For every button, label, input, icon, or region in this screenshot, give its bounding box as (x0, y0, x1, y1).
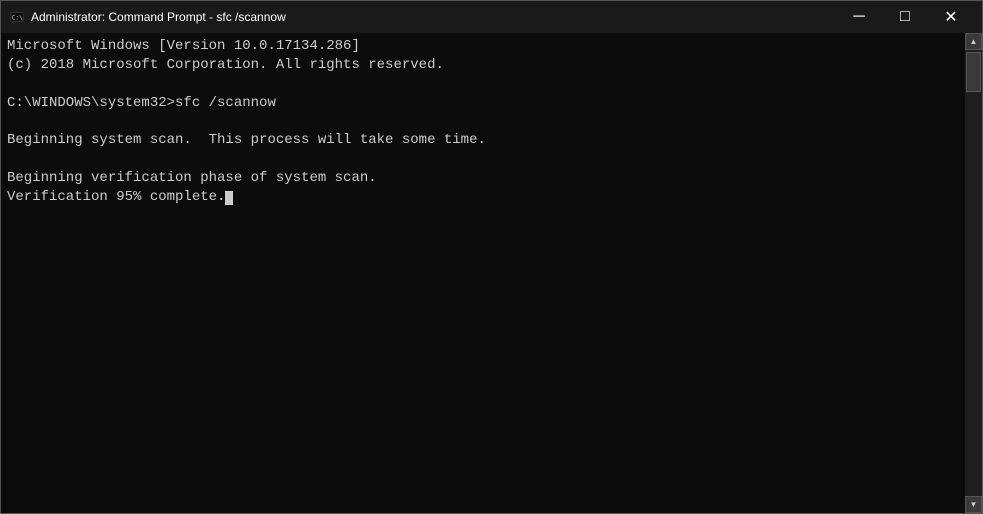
window-controls: ─ □ ✕ (836, 1, 974, 33)
close-button[interactable]: ✕ (928, 1, 974, 33)
window-title: Administrator: Command Prompt - sfc /sca… (31, 10, 836, 24)
cmd-icon: C:\ (9, 9, 25, 25)
scrollbar-track[interactable] (965, 50, 982, 496)
scrollbar[interactable]: ▲ ▼ (965, 33, 982, 513)
maximize-button[interactable]: □ (882, 1, 928, 33)
title-bar: C:\ Administrator: Command Prompt - sfc … (1, 1, 982, 33)
minimize-button[interactable]: ─ (836, 1, 882, 33)
cmd-window: C:\ Administrator: Command Prompt - sfc … (0, 0, 983, 514)
scrollbar-thumb[interactable] (966, 52, 981, 92)
console-content[interactable]: Microsoft Windows [Version 10.0.17134.28… (1, 33, 965, 513)
scroll-up-button[interactable]: ▲ (965, 33, 982, 50)
console-area: Microsoft Windows [Version 10.0.17134.28… (1, 33, 982, 513)
console-output: Microsoft Windows [Version 10.0.17134.28… (7, 37, 959, 207)
svg-text:C:\: C:\ (12, 15, 23, 22)
scroll-down-button[interactable]: ▼ (965, 496, 982, 513)
